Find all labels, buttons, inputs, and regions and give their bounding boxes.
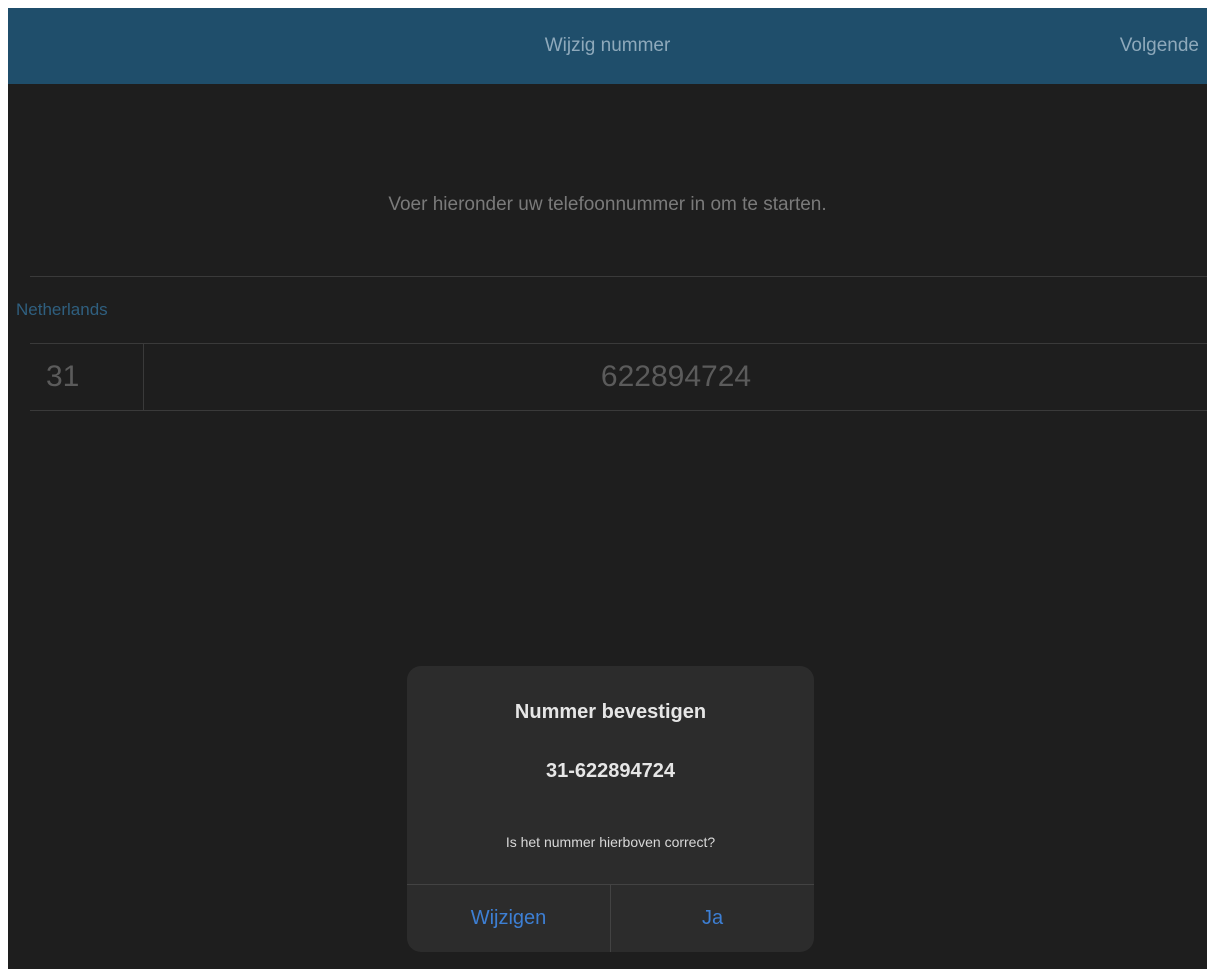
divider-bottom — [30, 410, 1207, 411]
change-button[interactable]: Wijzigen — [407, 885, 610, 952]
divider-top — [30, 276, 1207, 277]
confirm-number-dialog: Nummer bevestigen 31-622894724 Is het nu… — [407, 666, 814, 952]
app-screen: Wijzig nummer Volgende Voer hieronder uw… — [8, 8, 1207, 969]
yes-button[interactable]: Ja — [611, 885, 814, 952]
navigation-bar: Wijzig nummer Volgende — [8, 8, 1207, 84]
dialog-message: Is het nummer hierboven correct? — [505, 834, 716, 850]
country-selector[interactable]: Netherlands — [16, 300, 108, 320]
dialog-title: Nummer bevestigen — [514, 701, 707, 723]
phone-number-field[interactable]: 622894724 — [145, 344, 1207, 410]
country-code-field[interactable]: 31 — [30, 344, 144, 410]
dialog-number: 31-622894724 — [545, 760, 675, 782]
nav-title: Wijzig nummer — [544, 35, 671, 56]
instruction-text: Voer hieronder uw telefoonnummer in om t… — [388, 194, 827, 215]
next-button[interactable]: Volgende — [1120, 8, 1199, 84]
